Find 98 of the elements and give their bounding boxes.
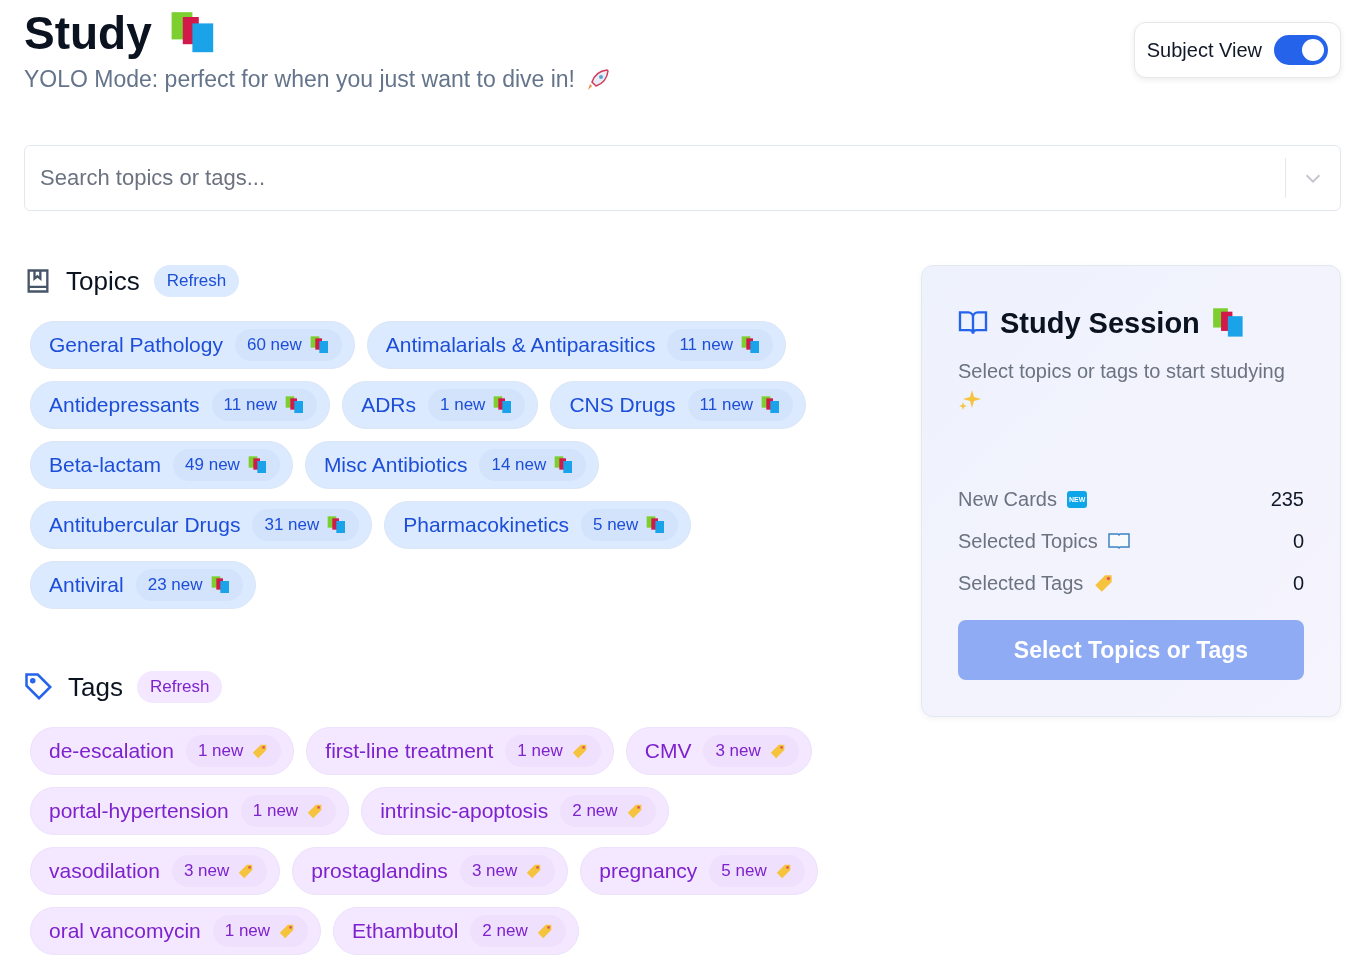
stat-label: Selected Topics — [958, 529, 1098, 553]
count-text: 1 new — [440, 395, 486, 415]
chip-label: pregnancy — [599, 859, 698, 883]
chip-label: Antitubercular Drugs — [49, 513, 241, 537]
count-text: 1 new — [197, 741, 244, 761]
books-icon — [327, 515, 348, 535]
page-title: Study — [24, 6, 152, 60]
count-text: 5 new — [721, 861, 767, 881]
count-text: 14 new — [491, 455, 547, 475]
topic-chip[interactable]: Antitubercular Drugs 31 new — [30, 501, 373, 549]
tag-chip[interactable]: portal-hypertension 1 new — [30, 787, 350, 835]
tag-icon — [535, 922, 554, 940]
card-title: Study Session — [1000, 306, 1200, 340]
section-title: Tags — [68, 671, 123, 703]
books-icon — [210, 575, 231, 595]
books-icon — [554, 455, 575, 475]
toggle-switch[interactable] — [1274, 35, 1328, 65]
chip-label: CMV — [644, 739, 692, 763]
books-icon — [493, 395, 514, 415]
count-text: 3 new — [471, 861, 518, 881]
count-text: 11 new — [679, 335, 733, 355]
chip-label: General Pathology — [49, 333, 223, 357]
count-text: 1 new — [517, 741, 563, 761]
tag-chip[interactable]: first-line treatment 1 new — [306, 727, 614, 775]
chip-label: Misc Antibiotics — [323, 453, 468, 477]
chip-label: Pharmacokinetics — [403, 513, 569, 537]
search-field[interactable]: Search topics or tags... — [25, 165, 1285, 191]
refresh-button[interactable]: Refresh — [153, 265, 240, 297]
subtitle: YOLO Mode: perfect for when you just want to dive in! — [24, 66, 575, 93]
count-text: 2 new — [572, 801, 618, 821]
books-icon — [646, 515, 667, 535]
count-text: 5 new — [593, 515, 639, 535]
count-text: 23 new — [147, 575, 203, 595]
count-text: 3 new — [183, 861, 230, 881]
toggle-label: Subject View — [1146, 38, 1262, 62]
tag-icon — [774, 862, 793, 880]
chip-label: Beta-lactam — [49, 453, 162, 477]
topic-chip[interactable]: Misc Antibiotics 14 new — [304, 441, 600, 489]
chip-label: intrinsic-apoptosis — [380, 799, 549, 823]
count-text: 49 new — [185, 455, 240, 475]
tag-icon — [768, 742, 787, 760]
chip-label: Antimalarials & Antiparasitics — [385, 333, 656, 357]
topic-chip[interactable]: Antiviral 23 new — [30, 561, 256, 609]
count-text: 60 new — [246, 335, 302, 355]
tag-chip[interactable]: intrinsic-apoptosis 2 new — [361, 787, 669, 835]
chip-label: portal-hypertension — [49, 799, 229, 823]
count-text: 11 new — [699, 395, 754, 415]
count-text: 1 new — [224, 921, 271, 941]
chip-label: CNS Drugs — [569, 393, 676, 417]
chip-label: vasodilation — [49, 859, 160, 883]
tag-chip[interactable]: vasodilation 3 new — [30, 847, 281, 895]
books-icon — [1211, 306, 1246, 340]
topic-chip[interactable]: Antidepressants 11 new — [30, 381, 331, 429]
chip-label: oral vancomycin — [49, 919, 201, 943]
rocket-icon — [585, 66, 611, 93]
count-text: 31 new — [264, 515, 320, 535]
topic-chip[interactable]: Beta-lactam 49 new — [30, 441, 293, 489]
stat-label: New Cards — [958, 487, 1057, 511]
open-book-icon — [958, 310, 988, 336]
open-book-icon — [1107, 532, 1130, 550]
count-text: 3 new — [715, 741, 761, 761]
hint-text: Select topics or tags to start studying — [958, 359, 1286, 384]
chip-label: Ethambutol — [352, 919, 459, 943]
topic-chip[interactable]: Antimalarials & Antiparasitics 11 new — [366, 321, 786, 369]
search-bar[interactable]: Search topics or tags... — [24, 145, 1341, 211]
books-icon — [740, 335, 761, 355]
stat-value: 0 — [1292, 571, 1304, 595]
tag-chip[interactable]: prostaglandins 3 new — [292, 847, 569, 895]
chip-label: ADRs — [361, 393, 416, 417]
tag-chip[interactable]: oral vancomycin 1 new — [30, 907, 322, 955]
chip-label: prostaglandins — [311, 859, 448, 883]
stat-label: Selected Tags — [958, 571, 1084, 595]
topic-chip[interactable]: ADRs 1 new — [342, 381, 539, 429]
tag-chip[interactable]: CMV 3 new — [625, 727, 812, 775]
tag-icon — [24, 672, 54, 702]
refresh-button[interactable]: Refresh — [136, 671, 223, 703]
tag-chip[interactable]: pregnancy 5 new — [580, 847, 818, 895]
tag-chip[interactable]: de-escalation 1 new — [30, 727, 295, 775]
tag-icon — [625, 802, 644, 820]
stat-value: 0 — [1292, 529, 1304, 553]
books-icon — [285, 395, 306, 415]
stat-value: 235 — [1270, 487, 1304, 511]
chip-label: de-escalation — [49, 739, 174, 763]
count-text: 1 new — [252, 801, 299, 821]
count-text: 11 new — [223, 395, 278, 415]
tag-chip[interactable]: Ethambutol 2 new — [333, 907, 579, 955]
books-icon — [761, 395, 782, 415]
books-icon — [247, 455, 268, 475]
count-text: 2 new — [482, 921, 528, 941]
section-title: Topics — [66, 265, 140, 297]
tag-icon — [570, 742, 589, 760]
chip-label: Antiviral — [49, 573, 124, 597]
books-icon — [309, 335, 330, 355]
topic-chip[interactable]: CNS Drugs 11 new — [550, 381, 807, 429]
topic-chip[interactable]: General Pathology 60 new — [30, 321, 355, 369]
chip-label: Antidepressants — [49, 393, 200, 417]
chip-label: first-line treatment — [325, 739, 494, 763]
topic-chip[interactable]: Pharmacokinetics 5 new — [384, 501, 692, 549]
